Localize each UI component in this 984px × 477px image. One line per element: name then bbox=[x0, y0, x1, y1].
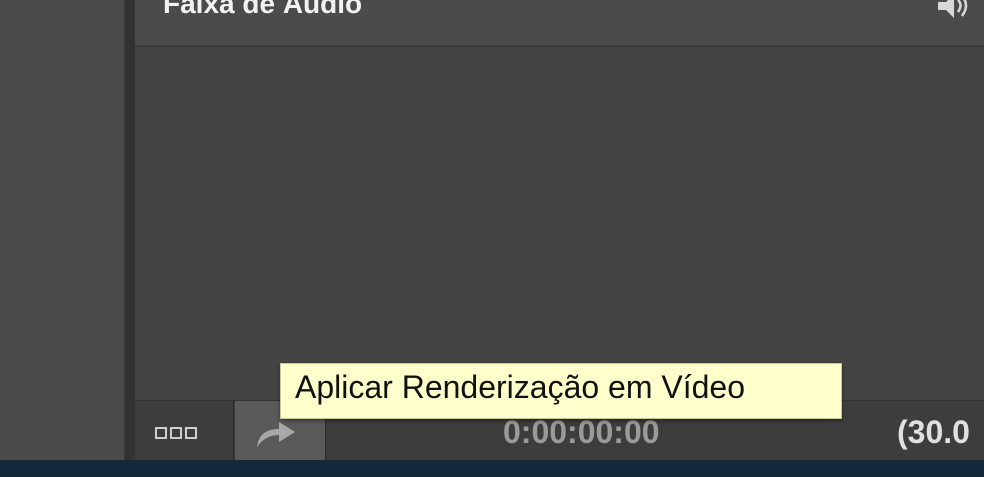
track-content-area[interactable] bbox=[135, 47, 984, 399]
app-window: Faixa de Áudio 0:00:00:00 (30.0 Aplicar … bbox=[0, 0, 984, 477]
grid-view-icon bbox=[155, 427, 197, 439]
os-taskbar bbox=[0, 460, 984, 477]
left-panel bbox=[0, 0, 125, 460]
frame-rate-display: (30.0 bbox=[897, 414, 970, 450]
tooltip-text: Aplicar Renderização em Vídeo bbox=[295, 369, 746, 405]
panel-header: Faixa de Áudio bbox=[135, 0, 984, 47]
panel-title: Faixa de Áudio bbox=[163, 0, 363, 19]
curved-arrow-icon bbox=[253, 419, 299, 449]
speaker-icon[interactable] bbox=[936, 0, 976, 22]
panel-splitter[interactable] bbox=[125, 0, 135, 460]
tooltip: Aplicar Renderização em Vídeo bbox=[280, 363, 842, 419]
view-toggle-button[interactable] bbox=[135, 401, 234, 461]
timecode-display: 0:00:00:00 bbox=[503, 414, 660, 450]
